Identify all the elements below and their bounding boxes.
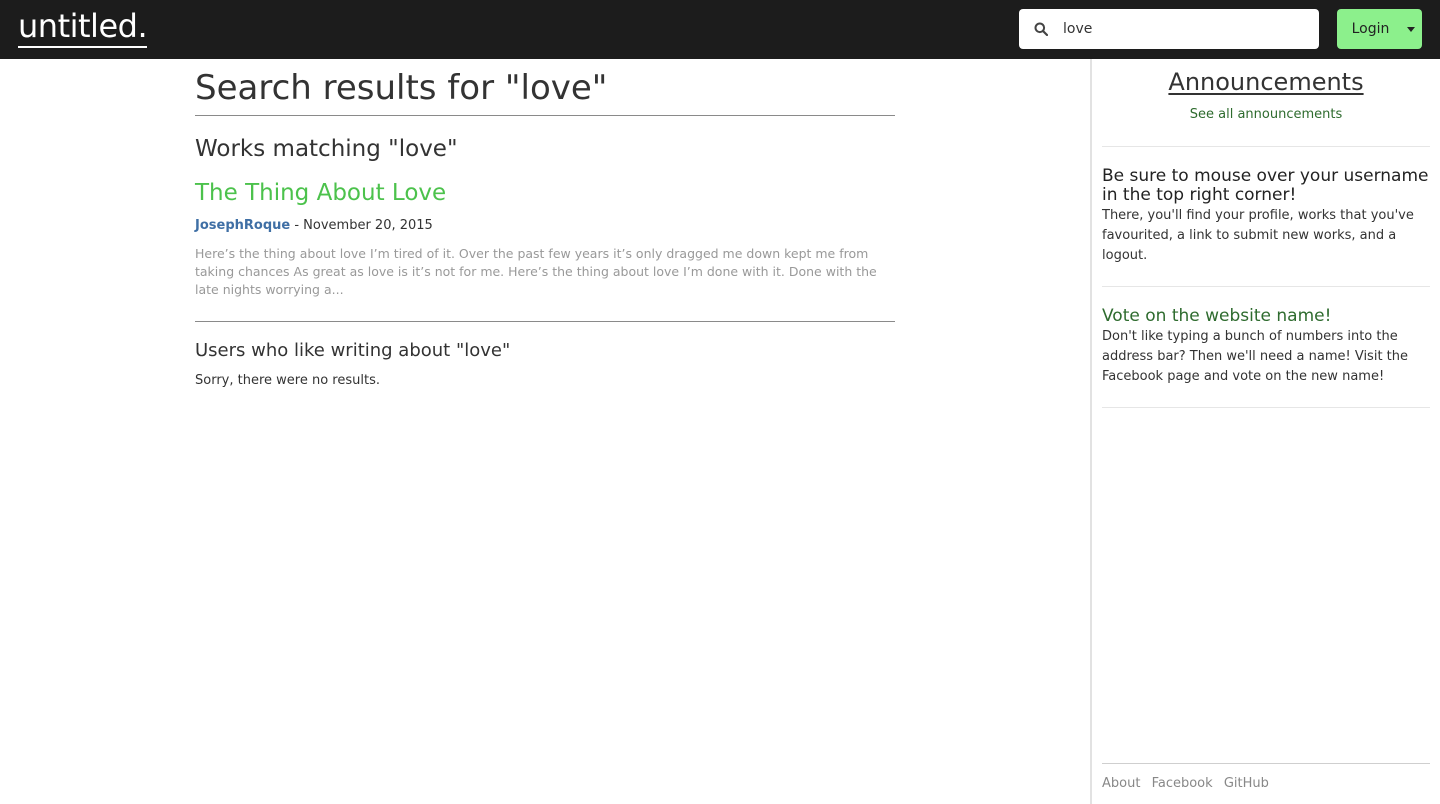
announcement-item: Be sure to mouse over your username in t… (1102, 147, 1430, 286)
sidebar-footer: About Facebook GitHub (1102, 763, 1430, 793)
login-button-group: Login (1337, 9, 1422, 49)
top-navbar: untitled. Login (0, 0, 1440, 59)
work-title-link[interactable]: The Thing About Love (195, 178, 895, 208)
announcement-heading: Be sure to mouse over your username in t… (1102, 166, 1429, 205)
work-excerpt: Here’s the thing about love I’m tired of… (195, 246, 877, 297)
announcement-body: There, you'll find your profile, works t… (1102, 208, 1414, 263)
date-separator: - (290, 218, 304, 233)
announcements-sidebar: Announcements See all announcements Be s… (1090, 59, 1440, 804)
search-box (1019, 9, 1319, 49)
work-date: November 20, 2015 (303, 218, 433, 233)
announcement-heading-link[interactable]: Vote on the website name! (1102, 307, 1430, 326)
footer-link-github[interactable]: GitHub (1224, 776, 1269, 791)
author-link[interactable]: JosephRoque (195, 218, 290, 233)
divider (195, 321, 895, 322)
no-results-message: Sorry, there were no results. (195, 373, 380, 388)
search-input[interactable] (1063, 10, 1303, 48)
users-heading: Users who like writing about "love" (195, 340, 511, 361)
announcements-title[interactable]: Announcements (1102, 59, 1430, 97)
announcement-body: Don't like typing a bunch of numbers int… (1102, 329, 1409, 384)
work-result: The Thing About Love JosephRoque - Novem… (195, 178, 895, 299)
chevron-down-icon (1407, 26, 1415, 32)
announcements-title-text: Announcements (1168, 68, 1364, 96)
page-title: Search results for "love" (195, 68, 608, 108)
login-button[interactable]: Login (1337, 9, 1400, 49)
search-icon (1019, 9, 1063, 49)
see-all-announcements-link[interactable]: See all announcements (1102, 106, 1430, 124)
divider (1102, 407, 1430, 408)
divider (195, 115, 895, 116)
main-content: Search results for "love" Works matching… (195, 59, 895, 390)
login-dropdown-toggle[interactable] (1400, 9, 1422, 49)
announcement-item: Vote on the website name! Don't like typ… (1102, 287, 1430, 407)
works-heading: Works matching "love" (195, 136, 458, 162)
footer-link-facebook[interactable]: Facebook (1152, 776, 1213, 791)
footer-link-about[interactable]: About (1102, 776, 1140, 791)
brand-logo[interactable]: untitled. (18, 6, 148, 48)
sidebar-inner: Announcements See all announcements Be s… (1102, 59, 1430, 408)
work-meta: JosephRoque - November 20, 2015 (195, 217, 895, 235)
